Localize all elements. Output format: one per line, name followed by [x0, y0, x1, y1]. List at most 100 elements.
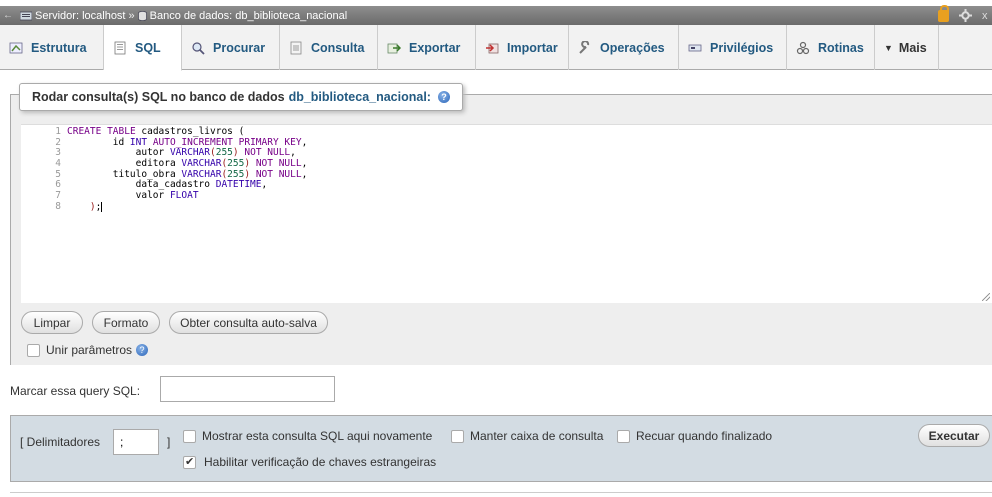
rollback-when-finished-option[interactable]: Recuar quando finalizado — [617, 429, 772, 443]
divider — [10, 492, 992, 493]
legend-database-link[interactable]: db_biblioteca_nacional: — [289, 90, 431, 104]
execute-button[interactable]: Executar — [918, 424, 990, 447]
sql-text: autor — [67, 147, 170, 159]
sql-keyword: TABLE — [107, 126, 136, 137]
tab-mais[interactable]: ▼ Mais — [875, 25, 939, 70]
sql-text: , — [290, 147, 296, 159]
wrench-icon — [579, 40, 590, 54]
bookmark-label: Marcar essa query SQL: — [10, 384, 141, 398]
clear-button[interactable]: Limpar — [21, 311, 83, 334]
export-icon — [387, 43, 401, 53]
sql-number: 255 — [215, 147, 233, 159]
sql-text: cadastros_livros ( — [135, 126, 245, 137]
tab-sql[interactable]: SQL — [104, 25, 182, 71]
rollback-when-finished-label: Recuar quando finalizado — [636, 429, 773, 443]
tab-operacoes[interactable]: Operações — [569, 25, 679, 70]
show-query-again-option[interactable]: Mostrar esta consulta SQL aqui novamente — [183, 429, 432, 443]
tab-estrutura[interactable]: Estrutura — [0, 25, 104, 70]
retain-query-box-option[interactable]: Manter caixa de consulta — [451, 429, 603, 443]
foreign-key-checks-option[interactable]: Habilitar verificação de chaves estrange… — [183, 455, 436, 469]
database-icon — [137, 10, 147, 21]
breadcrumb-separator: » — [128, 9, 135, 22]
sql-type: FLOAT — [169, 190, 199, 202]
text-cursor — [101, 201, 103, 212]
bind-parameters-checkbox[interactable] — [27, 343, 40, 357]
sql-text: , — [301, 136, 308, 148]
server-icon — [20, 11, 32, 20]
tab-procurar[interactable]: Procurar — [182, 25, 280, 70]
retain-query-box-label: Manter caixa de consulta — [470, 429, 604, 443]
code-line[interactable]: valor FLOAT — [67, 190, 307, 202]
sql-keyword: NOT NULL — [255, 168, 302, 180]
sql-icon — [114, 41, 126, 54]
sql-keyword: AUTO_INCREMENT — [152, 136, 233, 148]
show-query-again-label: Mostrar esta consulta SQL aqui novamente — [202, 429, 433, 443]
format-button[interactable]: Formato — [92, 311, 160, 334]
tab-exportar[interactable]: Exportar — [378, 25, 476, 70]
breadcrumb-server-label[interactable]: Servidor: localhost — [35, 10, 126, 22]
tab-consulta[interactable]: Consulta — [280, 25, 378, 70]
line-number-gutter: 1 2 3 4 5 6 7 8 — [21, 126, 65, 213]
code-text[interactable]: CREATE TABLE cadastros_livros ( id INT A… — [67, 126, 308, 213]
bookmark-input[interactable] — [160, 376, 335, 402]
structure-icon — [9, 42, 23, 53]
sql-type: INT — [129, 136, 148, 148]
search-icon — [192, 41, 205, 55]
sql-text: , — [301, 158, 308, 170]
tab-rotinas[interactable]: Rotinas — [787, 25, 875, 70]
delimiter-close-bracket: ] — [167, 435, 171, 449]
tab-privilegios[interactable]: Privilégios — [679, 25, 787, 70]
sql-keyword: PRIMARY KEY — [238, 136, 302, 148]
back-arrow-icon[interactable]: ← — [0, 10, 16, 21]
sql-text: , — [301, 168, 308, 180]
delimiter-input[interactable] — [113, 429, 159, 455]
get-autosaved-query-button[interactable]: Obter consulta auto-salva — [169, 311, 328, 334]
query-panel-legend: Rodar consulta(s) SQL no banco de dados … — [19, 83, 463, 111]
dropdown-triangle-icon: ▼ — [884, 42, 893, 53]
code-line[interactable]: ); — [67, 201, 307, 213]
sql-number: 255 — [227, 168, 245, 180]
sql-type: VARCHAR — [181, 158, 222, 170]
breadcrumb-server[interactable]: Servidor: localhost — [16, 10, 126, 22]
bind-parameters-label: Unir parâmetros — [46, 343, 133, 357]
breadcrumb-database[interactable]: Banco de dados: db_biblioteca_nacional — [137, 10, 348, 22]
lock-icon[interactable] — [938, 4, 949, 22]
breadcrumb-database-label[interactable]: Banco de dados: db_biblioteca_nacional — [150, 10, 348, 22]
routines-icon — [796, 41, 810, 54]
bind-parameters-option[interactable]: Unir parâmetros ? — [27, 343, 149, 357]
help-icon[interactable]: ? — [437, 91, 450, 103]
sql-type: DATETIME — [215, 179, 262, 191]
retain-query-box-checkbox[interactable] — [451, 429, 464, 443]
resize-handle[interactable] — [982, 293, 990, 301]
sql-number: 255 — [227, 158, 245, 170]
breadcrumb-bar: ← Servidor: localhost » Banco de dados: … — [0, 4, 992, 25]
sql-keyword: NOT NULL — [244, 147, 291, 159]
sql-type: VARCHAR — [181, 168, 222, 180]
foreign-key-checks-checkbox[interactable] — [183, 455, 196, 469]
sql-text: valor — [67, 190, 170, 202]
sql-text: data_cadastro — [67, 179, 216, 191]
foreign-key-checks-label: Habilitar verificação de chaves estrange… — [204, 455, 437, 469]
legend-text: Rodar consulta(s) SQL no banco de dados — [32, 90, 285, 104]
sql-keyword: NOT NULL — [255, 158, 302, 170]
show-query-again-checkbox[interactable] — [183, 429, 196, 443]
sql-text: id — [67, 136, 130, 148]
privileges-icon — [688, 44, 702, 51]
query-icon — [290, 41, 302, 54]
bookmark-area — [0, 365, 992, 415]
close-icon[interactable]: x — [982, 10, 988, 22]
import-icon — [486, 43, 499, 53]
gear-icon[interactable] — [959, 9, 972, 22]
line-number: 8 — [55, 200, 61, 212]
sql-type: VARCHAR — [169, 147, 210, 159]
help-icon[interactable]: ? — [136, 344, 149, 356]
rollback-when-finished-checkbox[interactable] — [617, 429, 630, 443]
tab-bar: Estrutura SQL Procurar Consulta Exportar… — [0, 25, 992, 71]
sql-text: editora — [67, 158, 182, 170]
sql-text: titulo_obra — [67, 168, 182, 180]
sql-editor[interactable]: 1 2 3 4 5 6 7 8 CREATE TABLE cadastros_l… — [21, 124, 992, 303]
tab-importar[interactable]: Importar — [476, 25, 569, 70]
delimiter-label: [ Delimitadores — [20, 435, 101, 449]
sql-text: , — [261, 179, 268, 191]
